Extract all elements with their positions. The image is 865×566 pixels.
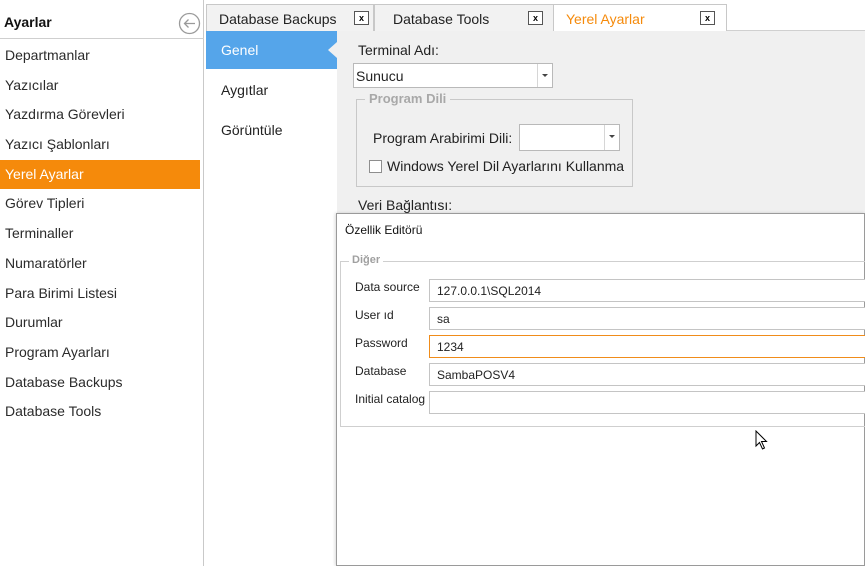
- database-field[interactable]: [429, 363, 865, 386]
- document-tab-strip: Database Backups x Database Tools x Yere…: [206, 4, 865, 32]
- close-icon[interactable]: x: [528, 11, 543, 25]
- close-icon[interactable]: x: [354, 11, 369, 25]
- data-source-field[interactable]: [429, 279, 865, 302]
- nav-item-aygitlar[interactable]: Aygıtlar: [206, 71, 337, 109]
- nav-item-label: Genel: [221, 42, 259, 58]
- mouse-pointer-icon: [755, 430, 768, 450]
- tab-label: Database Backups: [219, 11, 337, 27]
- group-legend: Program Dili: [365, 91, 451, 106]
- nav-item-genel[interactable]: Genel: [206, 31, 337, 69]
- sidebar-menu: Departmanlar Yazıcılar Yazdırma Görevler…: [0, 41, 200, 427]
- sidebar-header: Ayarlar: [0, 4, 204, 39]
- user-id-label: User ıd: [355, 308, 394, 322]
- close-icon[interactable]: x: [700, 11, 715, 25]
- data-source-label: Data source: [355, 280, 420, 294]
- nav-item-goruntule[interactable]: Görüntüle: [206, 111, 337, 149]
- windows-locale-label: Windows Yerel Dil Ayarlarını Kullanma: [387, 158, 625, 174]
- program-language-group: Program Dili Program Arabirimi Dili: Win…: [356, 91, 633, 187]
- tab-yerel-ayarlar[interactable]: Yerel Ayarlar x: [553, 4, 727, 32]
- settings-section-nav: Genel Aygıtlar Görüntüle: [206, 31, 337, 566]
- settings-sidebar: Ayarlar Departmanlar Yazıcılar Yazdırma …: [0, 0, 204, 566]
- database-label: Database: [355, 364, 407, 378]
- editor-title: Özellik Editörü: [345, 223, 423, 237]
- sidebar-item-gorev-tipleri[interactable]: Görev Tipleri: [0, 189, 200, 219]
- tab-label: Database Tools: [393, 11, 490, 27]
- sidebar-item-yerel-ayarlar[interactable]: Yerel Ayarlar: [0, 159, 200, 190]
- sidebar-item-yazdirma-gorevleri[interactable]: Yazdırma Görevleri: [0, 100, 200, 130]
- initial-catalog-label: Initial catalog: [355, 392, 426, 406]
- active-indicator: [328, 42, 337, 58]
- circle-arrow-left-icon[interactable]: [178, 12, 201, 35]
- user-id-field[interactable]: [429, 307, 865, 330]
- select-value: Sunucu: [356, 68, 404, 84]
- sidebar-item-departmanlar[interactable]: Departmanlar: [0, 41, 200, 71]
- nav-item-label: Aygıtlar: [221, 82, 269, 98]
- tab-database-backups[interactable]: Database Backups x: [206, 4, 374, 31]
- password-label: Password: [355, 336, 408, 350]
- tab-database-tools[interactable]: Database Tools x: [374, 4, 554, 31]
- sidebar-title: Ayarlar: [4, 14, 52, 30]
- sidebar-item-durumlar[interactable]: Durumlar: [0, 308, 200, 338]
- data-connection-label: Veri Bağlantısı:: [358, 197, 453, 213]
- sidebar-item-terminaller[interactable]: Terminaller: [0, 219, 200, 249]
- interface-language-select[interactable]: [519, 124, 620, 151]
- initial-catalog-field[interactable]: [429, 391, 865, 414]
- nav-item-label: Görüntüle: [221, 122, 283, 138]
- sidebar-item-yazici-sablonlari[interactable]: Yazıcı Şablonları: [0, 130, 200, 160]
- password-field[interactable]: [429, 335, 865, 358]
- property-editor-panel: Özellik Editörü Diğer Data source User ı…: [336, 213, 865, 566]
- terminal-name-label: Terminal Adı:: [358, 42, 439, 58]
- windows-locale-checkbox[interactable]: [369, 160, 382, 173]
- chevron-down-icon[interactable]: [537, 64, 552, 87]
- sidebar-item-numaratorler[interactable]: Numaratörler: [0, 249, 200, 279]
- interface-language-label: Program Arabirimi Dili:: [373, 130, 513, 146]
- sidebar-item-database-tools[interactable]: Database Tools: [0, 397, 200, 427]
- sidebar-item-database-backups[interactable]: Database Backups: [0, 368, 200, 398]
- chevron-down-icon[interactable]: [604, 125, 619, 150]
- property-group-other: Diğer Data source User ıd Password Datab…: [340, 254, 865, 427]
- group-legend: Diğer: [349, 254, 384, 266]
- sidebar-item-program-ayarlari[interactable]: Program Ayarları: [0, 338, 200, 368]
- sidebar-item-yazicilar[interactable]: Yazıcılar: [0, 71, 200, 101]
- terminal-name-select[interactable]: Sunucu: [353, 63, 553, 88]
- tab-label: Yerel Ayarlar: [566, 11, 645, 27]
- sidebar-item-para-birimi-listesi[interactable]: Para Birimi Listesi: [0, 279, 200, 309]
